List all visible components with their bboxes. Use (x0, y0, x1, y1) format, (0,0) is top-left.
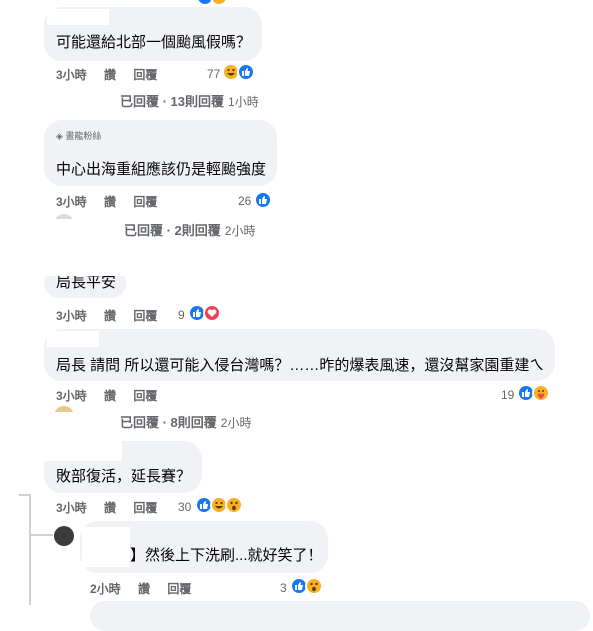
reply-button[interactable]: 回覆 (167, 580, 191, 597)
like-button[interactable]: 讚 (138, 580, 150, 597)
comment-actions: 2小時 讚 回覆 (90, 580, 191, 597)
comment-time[interactable]: 3小時 (56, 387, 87, 404)
like-reaction-icon (254, 191, 272, 209)
reaction-icons[interactable] (195, 496, 247, 514)
comment-actions: 3小時 讚 回覆 (56, 387, 157, 404)
thread-connector (19, 494, 31, 496)
redacted-avatar-area (54, 219, 124, 239)
reaction-count[interactable]: 19 (501, 388, 514, 402)
reaction-count[interactable]: 26 (238, 194, 251, 208)
comment-actions: 3小時 讚 回覆 (56, 66, 157, 83)
reaction-icons[interactable] (188, 304, 224, 322)
comment-time[interactable]: 3小時 (56, 307, 87, 324)
replies-summary: 已回覆 · 8則回覆 (120, 415, 217, 430)
comment-time[interactable]: 3小時 (56, 193, 87, 210)
like-reaction-icon (237, 63, 255, 81)
reaction-count[interactable]: 3 (280, 581, 287, 595)
comment-time[interactable]: 2小時 (90, 580, 121, 597)
redacted-author-name (40, 439, 122, 461)
like-button[interactable]: 讚 (104, 307, 116, 324)
comment-text: 局長平安 (56, 274, 117, 291)
comment-text: 局長 請問 所以還可能入侵台灣嗎？……昨的爆表風速，還沒幫家園重建ㄟ (56, 357, 545, 374)
reaction-icons[interactable] (517, 384, 553, 402)
view-replies-link[interactable]: 已回覆 · 13則回覆 1小時 (120, 91, 259, 110)
reply-button[interactable]: 回覆 (133, 66, 157, 83)
comment-bubble: 局長 請問 所以還可能入侵台灣嗎？……昨的爆表風速，還沒幫家園重建ㄟ (44, 329, 555, 381)
thread-connector (29, 534, 53, 536)
reaction-icons[interactable] (222, 63, 262, 81)
comment-text: 中心出海重組應該仍是輕颱強度 (56, 161, 267, 178)
comment-actions: 3小時 讚 回覆 (56, 307, 157, 324)
comment-text: 敗部復活，延長賽？ (56, 468, 192, 485)
care-reaction-icon (210, 0, 228, 6)
reply-button[interactable]: 回覆 (133, 307, 157, 324)
redacted-author-name (47, 9, 109, 25)
redacted-author-name (47, 331, 99, 347)
comment-actions: 3小時 讚 回覆 (56, 193, 157, 210)
view-replies-link[interactable]: 已回覆 · 8則回覆 2小時 (120, 412, 251, 431)
love-reaction-icon (203, 304, 221, 322)
reaction-icons[interactable] (254, 191, 274, 209)
reaction-count[interactable]: 77 (207, 67, 220, 81)
comment-text: 可能還給北部一個颱風假嗎？ (56, 34, 252, 51)
reaction-count[interactable]: 30 (178, 500, 191, 514)
comment-actions: 3小時 讚 回覆 (56, 499, 157, 516)
comment-bubble-partial (90, 601, 590, 631)
replies-time: 2小時 (220, 416, 252, 430)
replies-time: 2小時 (224, 224, 256, 238)
redacted-author-name (82, 527, 130, 567)
care-reaction-icon (532, 384, 550, 402)
comment-bubble: ◈ 畫龍粉絲 中心出海重組應該仍是輕颱強度 (44, 120, 277, 186)
redacted-author-name (40, 262, 130, 276)
badge-label: 畫龍粉絲 (65, 131, 102, 141)
reply-button[interactable]: 回覆 (133, 387, 157, 404)
replies-summary: 已回覆 · 2則回覆 (124, 223, 221, 238)
reaction-icons-top (196, 0, 236, 6)
redacted-avatar-area (54, 412, 120, 432)
replies-summary: 已回覆 · 13則回覆 (120, 94, 225, 109)
like-button[interactable]: 讚 (104, 499, 116, 516)
reaction-count[interactable]: 9 (178, 308, 185, 322)
reply-avatar (54, 526, 74, 546)
reply-button[interactable]: 回覆 (133, 193, 157, 210)
reaction-icons[interactable] (290, 577, 326, 595)
like-button[interactable]: 讚 (104, 66, 116, 83)
replies-time: 1小時 (228, 95, 259, 109)
wow-reaction-icon (225, 496, 243, 514)
wow-reaction-icon (305, 577, 323, 595)
like-button[interactable]: 讚 (104, 387, 116, 404)
thread-connector (29, 494, 31, 605)
comment-time[interactable]: 3小時 (56, 66, 87, 83)
comment-time[interactable]: 3小時 (56, 499, 87, 516)
like-button[interactable]: 讚 (104, 193, 116, 210)
top-fan-badge: ◈ 畫龍粉絲 (56, 131, 102, 141)
comment-text: 】然後上下洗刷...就好笑了！ (130, 547, 323, 564)
reply-button[interactable]: 回覆 (133, 499, 157, 516)
view-replies-link[interactable]: 已回覆 · 2則回覆 2小時 (124, 220, 255, 239)
